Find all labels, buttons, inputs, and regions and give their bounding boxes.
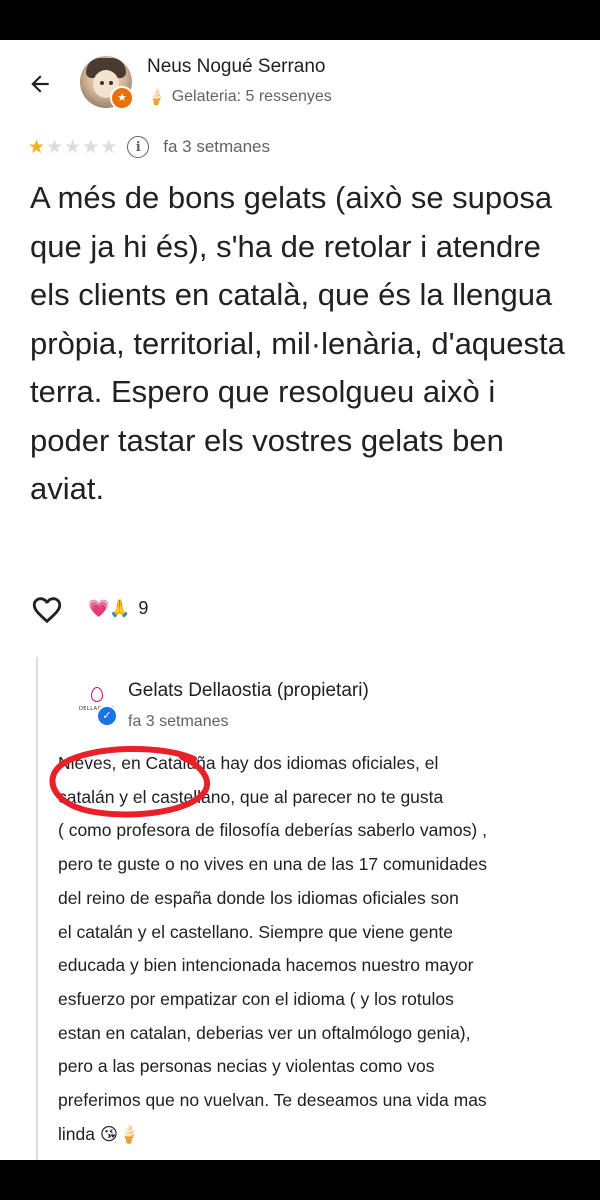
review-date: fa 3 setmanes [163, 137, 271, 156]
owner-name[interactable]: Gelats Dellaostia (propietari) [128, 680, 369, 702]
review-text: A més de bons gelats (això se suposa que… [30, 180, 565, 506]
reviewer-name[interactable]: Neus Nogué Serrano [147, 56, 326, 78]
star-icon-empty: ★ [82, 136, 100, 158]
rating-row: ★ ★ ★ ★ ★ i fa 3 setmanes [28, 136, 270, 158]
reaction-emojis: 💗🙏 [88, 599, 131, 618]
info-icon[interactable]: i [127, 136, 150, 158]
owner-reply: DELLAOSTIA ✓ Gelats Dellaostia (propieta… [36, 657, 578, 1160]
heart-outline-icon [32, 597, 62, 624]
star-icon-filled: ★ [28, 136, 46, 158]
star-icon-empty: ★ [100, 136, 118, 158]
reviewer-meta-text: Gelateria: 5 ressenyes [171, 88, 332, 105]
logo-drop-icon [91, 687, 103, 702]
owner-reply-text: Nieves, en Cataluña hay dos idiomas ofic… [58, 753, 488, 1144]
star-rating: ★ ★ ★ ★ ★ [28, 138, 117, 157]
star-icon-empty: ★ [64, 136, 82, 158]
ice-cream-icon: 🍦 [147, 89, 166, 106]
reactions[interactable]: 💗🙏 9 [88, 598, 148, 619]
reaction-count: 9 [138, 598, 149, 618]
arrow-back-icon [31, 75, 49, 93]
review-detail-screen: ★ Neus Nogué Serrano 🍦 Gelateria: 5 ress… [0, 40, 600, 1160]
reviewer-avatar[interactable]: ★ [80, 56, 134, 110]
local-guide-star-icon: ★ [110, 86, 134, 110]
star-icon-empty: ★ [46, 136, 64, 158]
reviewer-meta: 🍦 Gelateria: 5 ressenyes [147, 88, 332, 106]
owner-reply-date: fa 3 setmanes [128, 713, 229, 730]
like-button[interactable] [30, 593, 64, 627]
verified-check-icon: ✓ [96, 705, 118, 727]
back-button[interactable] [22, 66, 58, 102]
